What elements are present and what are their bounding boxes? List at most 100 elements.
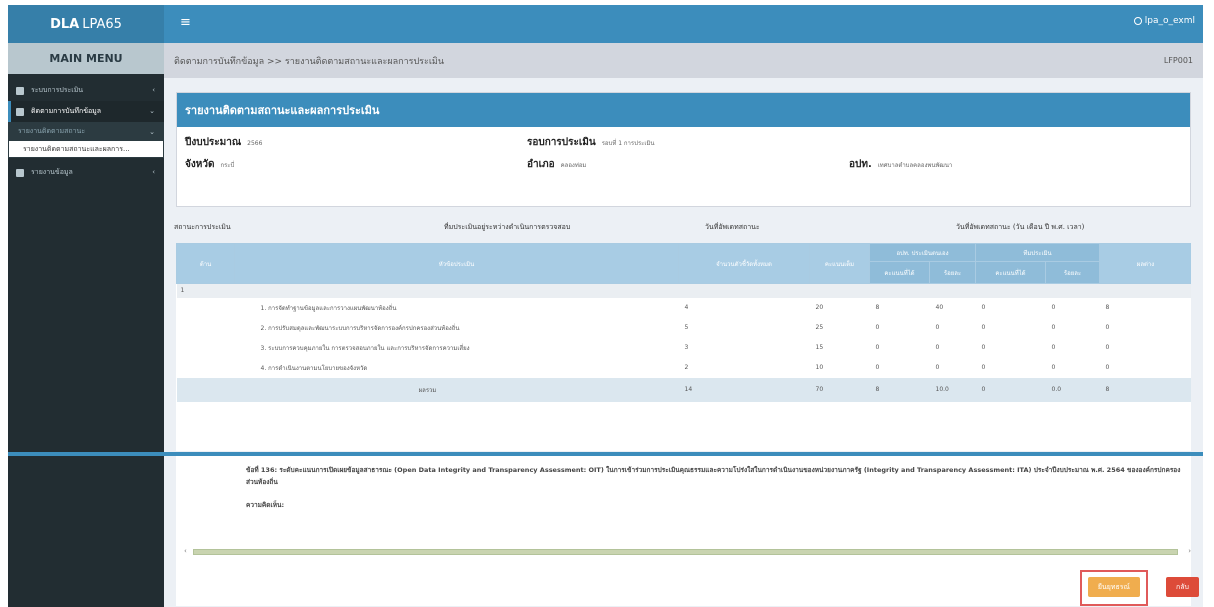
hamburger-menu-icon[interactable]: ≡ [180,15,191,30]
action-buttons: ยืนยุทธรณ์ กลับ [1080,570,1201,606]
user-menu[interactable]: lpa_o_exml [1133,16,1195,26]
th-self-group: อปท. ประเมินตนเอง [869,243,976,262]
th-topic: หัวข้อประเมิน [234,243,679,284]
brand-logo[interactable]: DLA LPA65 [8,5,164,43]
sidebar-item-label: ติดตามการบันทึกข้อมูล [31,107,102,115]
th-diff: ผลต่าง [1099,243,1191,284]
row-self-score: 0 [875,344,880,351]
total-team-score: 0 [975,377,1046,402]
top-navbar: DLA LPA65 ≡ lpa_o_exml [8,5,1203,43]
sidebar: MAIN MENU ระบบการประเมิน ‹ ติดตามการบันท… [8,43,164,607]
chevron-left-icon: ‹ [152,168,155,176]
row-self-pct: 40 [935,304,944,311]
sidebar-item-data-report[interactable]: รายงานข้อมูล ‹ [8,162,164,183]
row-indicators: 5 [684,324,689,331]
scroll-left-icon[interactable]: ‹ [184,547,187,555]
scan-edge-right [1203,0,1214,607]
status-row: สถานะการประเมิน ที่มประเมินอยู่ระหว่างดำ… [174,222,1194,236]
th-self-score: คะแนนที่ได้ [869,261,930,284]
scrollbar-track[interactable] [193,549,1178,555]
row-diff: 0 [1105,364,1110,371]
document-icon [16,86,24,95]
row-self-pct: 0 [935,344,940,351]
row-team-score: 0 [981,324,986,331]
row-indicators: 4 [684,304,689,311]
row-topic: 2. การปรับสมดุลและพัฒนาระบบการบริหารจัดก… [260,324,460,332]
sidebar-item-status-result-report[interactable]: รายงานติดตามสถานะและผลการ... [8,140,164,158]
sidebar-item-evaluation-system[interactable]: ระบบการประเมิน ‹ [8,80,164,101]
row-indicators: 2 [684,364,689,371]
sidebar-item-label: ระบบการประเมิน [31,86,84,94]
total-self-score: 8 [869,377,930,402]
row-full: 10 [815,364,824,371]
row-topic: 4. การดำเนินงานตามนโยบายของจังหวัด [260,364,368,372]
row-team-pct: 0 [1051,364,1056,371]
th-team-percent: ร้อยละ [1045,261,1100,284]
main-menu-header: MAIN MENU [8,43,164,74]
row-team-score: 0 [981,364,986,371]
local-org: อปท. เทศบาลตำบลคลองพนพัฒนา [849,157,952,172]
district-label: อำเภอ [527,159,555,170]
fiscal-year: ปีงบประมาณ 2566 [185,135,262,150]
row-team-pct: 0 [1051,344,1056,351]
confirm-appeal-button[interactable]: ยืนยุทธรณ์ [1088,577,1140,597]
sidebar-item-record-tracking[interactable]: ติดตามการบันทึกข้อมูล ⌄ [8,101,164,122]
status-progress: ที่มประเมินอยู่ระหว่างดำเนินการตรวจสอบ [444,223,571,231]
chevron-down-icon: ⌄ [149,128,155,136]
round-value: รอบที่ 1 การประเมิน [601,140,655,147]
org-value: เทศบาลตำบลคลองพนพัฒนา [877,162,953,169]
brand-sub: LPA65 [82,16,122,32]
total-self-pct: 10.0 [929,377,976,402]
chart-icon [16,168,24,177]
chevron-down-icon: ⌄ [149,107,155,115]
row-topic: 3. ระบบการควบคุมภายใน การตรวจสอบภายใน แล… [260,344,470,352]
row-self-score: 0 [875,324,880,331]
row-self-pct: 0 [935,364,940,371]
row-self-score: 8 [875,304,880,311]
fiscal-year-label: ปีงบประมาณ [185,137,242,148]
th-full-score: คะแนนเต็ม [809,243,870,284]
scroll-right-icon[interactable]: › [1188,547,1191,555]
row-self-pct: 0 [935,324,940,331]
evaluation-round: รอบการประเมิน รอบที่ 1 การประเมิน [527,135,655,150]
row-self-score: 0 [875,364,880,371]
page-code: LFP001 [1163,56,1193,65]
province-label: จังหวัด [185,159,215,170]
table-row: 2. การปรับสมดุลและพัฒนาระบบการบริหารจัดก… [177,318,1192,338]
total-full: 70 [809,377,870,402]
th-self-percent: ร้อยละ [929,261,976,284]
total-indicators: 14 [678,377,810,402]
status-label: สถานะการประเมิน [174,223,231,231]
row-team-score: 0 [981,344,986,351]
round-label: รอบการประเมิน [527,137,596,148]
evaluation-table: ด้าน หัวข้อประเมิน จำนวนตัวชี้วัดทั้งหมด… [176,243,1191,402]
sidebar-item-label: รายงานข้อมูล [31,168,73,176]
breadcrumb-path: ติดตามการบันทึกข้อมูล >> รายงานติดตามสถา… [174,56,444,67]
sidebar-item-status-report[interactable]: รายงานติดตามสถานะ ⌄ [8,122,164,140]
evaluation-table-wrapper: ด้าน หัวข้อประเมิน จำนวนตัวชี้วัดทั้งหมด… [176,243,1191,451]
district: อำเภอ คลองท่อม [527,157,586,172]
th-indicators: จำนวนตัวชี้วัดทั้งหมด [678,243,810,284]
brand-main: DLA [50,16,80,32]
province: จังหวัด กระบี่ [185,157,234,172]
status-updated-label: วันที่อัพเดทสถานะ [705,223,760,231]
table-total-row: ผลรวม 14 70 8 10.0 0 0.0 8 [176,377,1191,402]
horizontal-scrollbar[interactable]: ‹ › [176,547,1191,557]
row-team-pct: 0 [1051,324,1056,331]
question-text: ข้อที่ 136: ระดับคะแนนการเปิดเผยข้อมูลสา… [246,466,1181,486]
province-value: กระบี่ [220,162,235,169]
chevron-left-icon: ‹ [152,86,155,94]
row-indicators: 3 [684,344,689,351]
table-group-row: 1 [176,283,1191,298]
table-row: 4. การดำเนินงานตามนโยบายของจังหวัด 2 10 … [177,358,1192,378]
district-value: คลองท่อม [560,162,587,169]
opinion-label: ความคิดเห็น: [246,501,285,509]
row-team-score: 0 [981,304,986,311]
row-diff: 8 [1105,304,1110,311]
back-button[interactable]: กลับ [1166,577,1199,597]
question-panel: ข้อที่ 136: ระดับคะแนนการเปิดเผยข้อมูลสา… [176,456,1191,606]
file-icon [16,107,24,116]
fiscal-year-value: 2566 [247,140,263,147]
row-full: 20 [815,304,824,311]
status-updated-format: วันที่อัพเดทสถานะ (วัน เดือน ปี พ.ศ. เวล… [956,223,1085,231]
